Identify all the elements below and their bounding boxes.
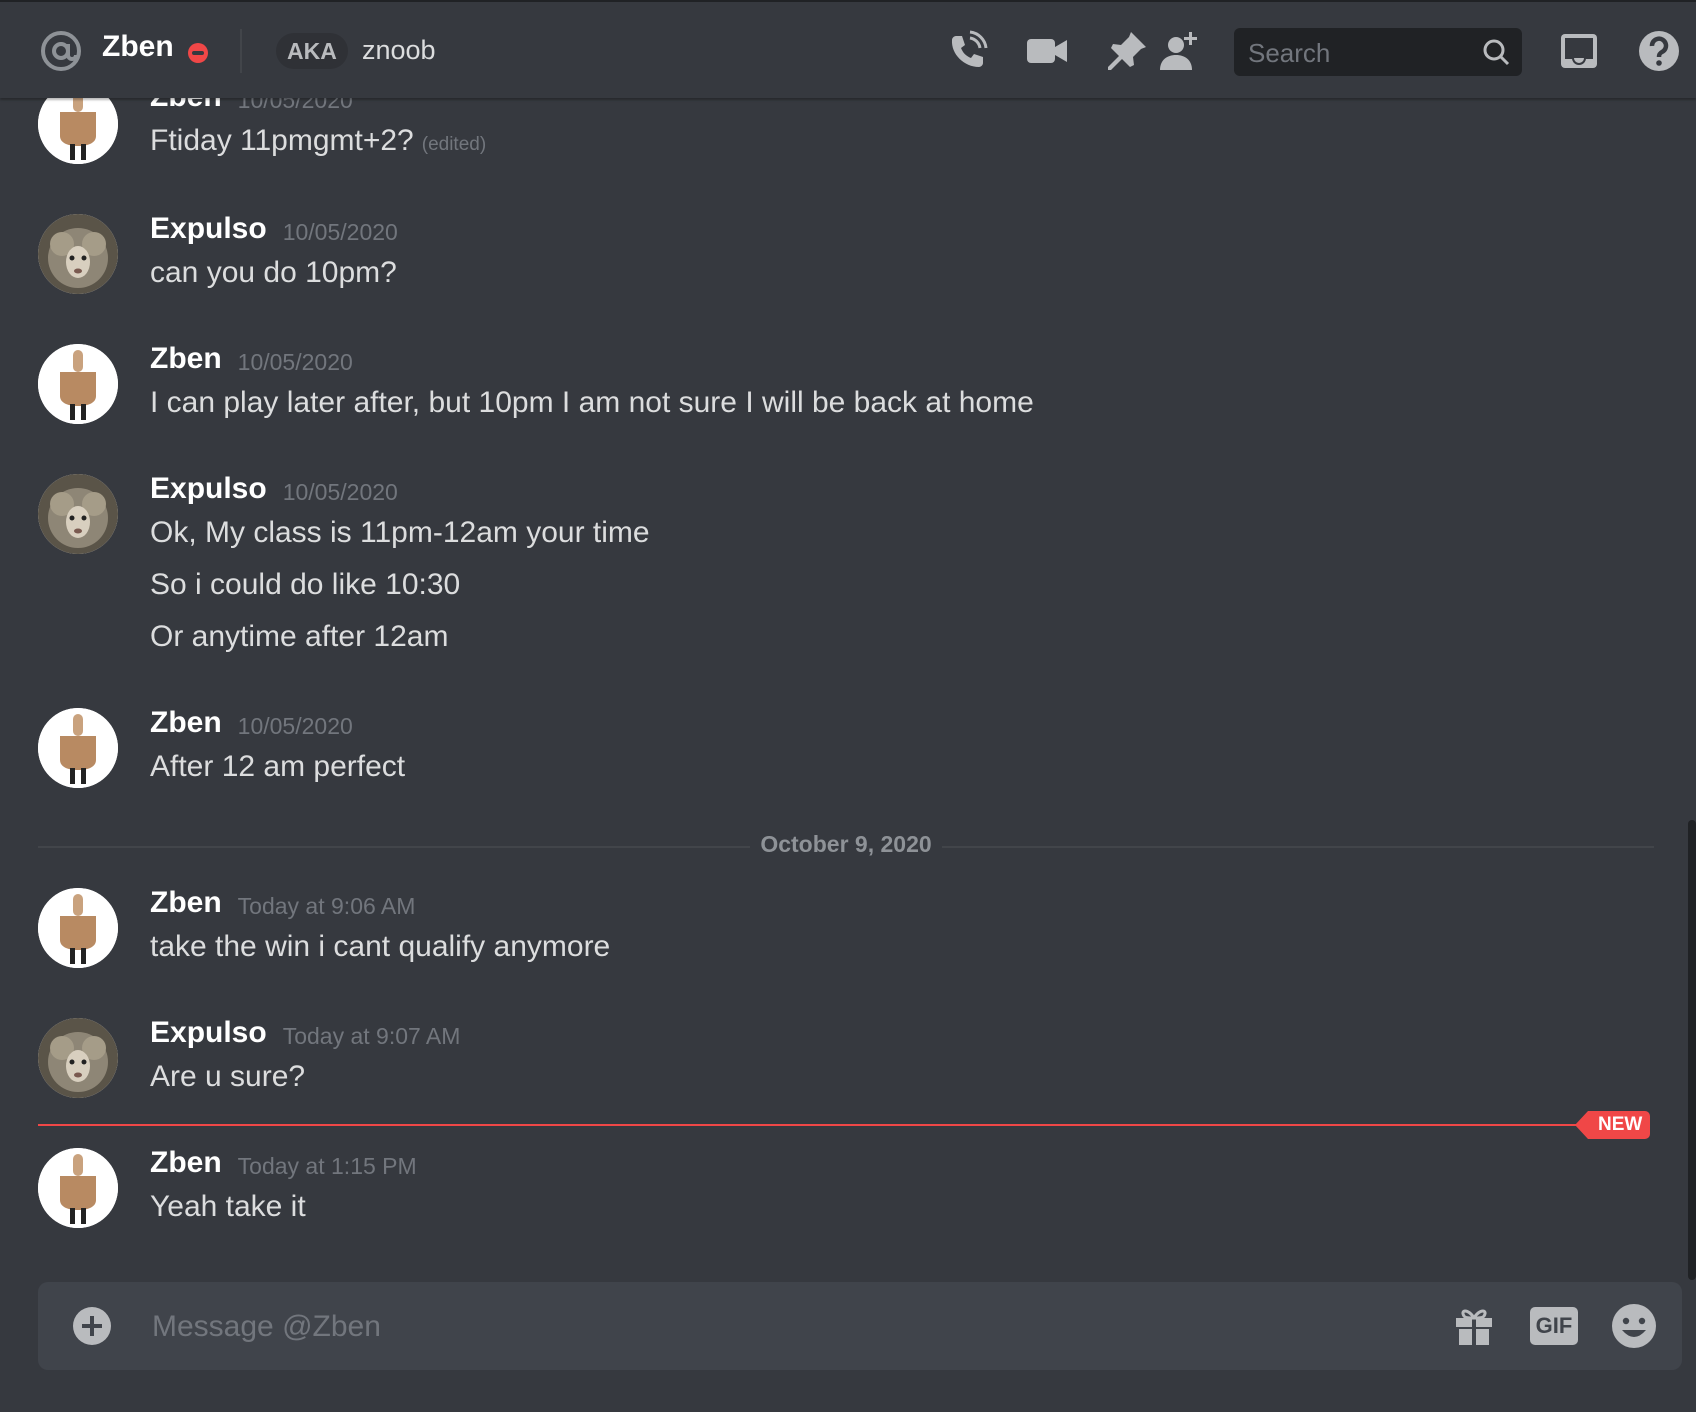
search-input[interactable]	[1246, 28, 1470, 78]
hand-avatar-image	[38, 708, 118, 788]
message-text: I can play later after, but 10pm I am no…	[150, 386, 1034, 419]
message-text: After 12 am perfect	[150, 750, 406, 783]
phone-call-icon[interactable]	[944, 28, 990, 74]
message-timestamp: Today at 1:15 PM	[237, 1153, 417, 1179]
hand-avatar-image	[38, 98, 118, 164]
emoji-smile-icon[interactable]	[1610, 1302, 1658, 1350]
sheep-avatar-image	[38, 474, 118, 554]
header-divider	[240, 29, 242, 73]
nickname: znoob	[362, 35, 436, 65]
hand-avatar-image	[38, 344, 118, 424]
sheep-avatar-image	[38, 214, 118, 294]
message-timestamp: Today at 9:07 AM	[282, 1023, 461, 1049]
bottom-spacer	[0, 1370, 1696, 1412]
message-timestamp: 10/05/2020	[282, 219, 398, 245]
message-text: So i could do like 10:30	[150, 568, 461, 601]
user-avatar-expulso[interactable]	[38, 1018, 118, 1098]
do-not-disturb-icon	[188, 43, 208, 63]
message-timestamp: 10/05/2020	[237, 713, 353, 739]
gift-icon[interactable]	[1452, 1304, 1496, 1348]
inbox-icon[interactable]	[1556, 28, 1602, 74]
add-friend-icon[interactable]	[1156, 28, 1202, 74]
message-author[interactable]: Expulso	[150, 472, 267, 506]
message-timestamp: 10/05/2020	[282, 479, 398, 505]
hand-avatar-image	[38, 1148, 118, 1228]
message-text: Yeah take it	[150, 1190, 306, 1223]
message-timestamp: Today at 9:06 AM	[237, 893, 416, 919]
message-author[interactable]: Zben	[150, 706, 222, 740]
message-author[interactable]: Expulso	[150, 1016, 267, 1050]
video-camera-icon[interactable]	[1024, 28, 1070, 74]
new-messages-badge: NEW	[1574, 1111, 1651, 1139]
search-bar[interactable]	[1234, 28, 1522, 78]
user-avatar-zben[interactable]	[38, 98, 118, 164]
user-avatar-expulso[interactable]	[38, 214, 118, 294]
message-text: Ok, My class is 11pm-12am your time	[150, 516, 650, 549]
message-text: take the win i cant qualify anymore	[150, 930, 611, 963]
message-text: Ftiday 11pmgmt+2?	[150, 124, 414, 157]
plus-circle-icon[interactable]	[72, 1306, 112, 1346]
message-author[interactable]: Expulso	[150, 212, 267, 246]
aka-badge: AKA	[276, 33, 348, 69]
user-avatar-zben[interactable]	[38, 1148, 118, 1228]
message-list: Zben 10/05/2020 Ftiday 11pmgmt+2? (edited…	[0, 98, 1696, 1282]
message-list-scrollbar[interactable]	[1688, 820, 1696, 1280]
sheep-avatar-image	[38, 1018, 118, 1098]
user-avatar-expulso[interactable]	[38, 474, 118, 554]
message-text: can you do 10pm?	[150, 256, 397, 289]
message-timestamp: 10/05/2020	[237, 98, 353, 113]
message-author[interactable]: Zben	[150, 886, 222, 920]
message-composer: GIF	[38, 1282, 1682, 1372]
message-author[interactable]: Zben	[150, 342, 222, 376]
user-avatar-zben[interactable]	[38, 344, 118, 424]
channel-header: Zben AKA znoob	[0, 0, 1696, 98]
date-divider-label: October 9, 2020	[750, 831, 942, 858]
message-author[interactable]: Zben	[150, 98, 222, 114]
message-content: Ftiday 11pmgmt+2? (edited)	[150, 124, 486, 158]
message-input[interactable]	[150, 1282, 1434, 1372]
message-text: Are u sure?	[150, 1060, 306, 1093]
new-messages-divider	[38, 1124, 1588, 1126]
dm-recipient-name[interactable]: Zben	[102, 30, 174, 64]
message-author[interactable]: Zben	[150, 1146, 222, 1180]
help-icon[interactable]	[1636, 28, 1682, 74]
user-avatar-zben[interactable]	[38, 888, 118, 968]
edited-tag: (edited)	[421, 134, 487, 155]
gif-button[interactable]: GIF	[1530, 1307, 1578, 1345]
message-text: Or anytime after 12am	[150, 620, 449, 653]
search-icon[interactable]	[1482, 38, 1510, 66]
user-avatar-zben[interactable]	[38, 708, 118, 788]
pin-icon[interactable]	[1104, 28, 1150, 74]
at-icon	[41, 31, 81, 71]
message-timestamp: 10/05/2020	[237, 349, 353, 375]
hand-avatar-image	[38, 888, 118, 968]
